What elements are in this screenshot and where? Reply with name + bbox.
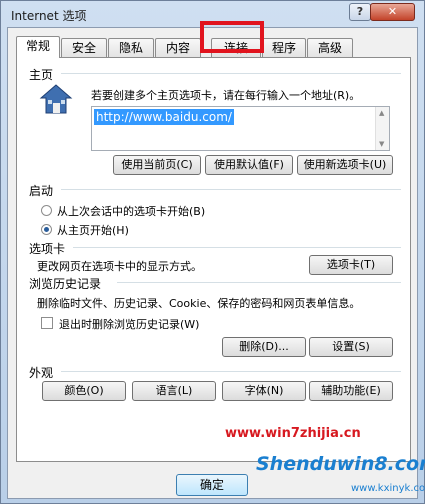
startup-last-session-label: 从上次会话中的选项卡开始(B): [57, 205, 206, 218]
colors-button[interactable]: 颜色(O): [42, 381, 126, 401]
tab-security[interactable]: 安全: [61, 38, 107, 57]
history-settings-button[interactable]: 设置(S): [309, 337, 393, 357]
history-description: 删除临时文件、历史记录、Cookie、保存的密码和网页表单信息。: [37, 297, 361, 310]
tabs-heading: 选项卡: [29, 242, 66, 256]
watermark-line-1: www.win7zhijia.cn: [225, 426, 361, 441]
startup-divider: [61, 189, 401, 190]
help-button[interactable]: ?: [349, 3, 371, 21]
watermark-line-2: Shenduwin8.com: [256, 453, 425, 475]
languages-button[interactable]: 语言(L): [132, 381, 216, 401]
use-current-button[interactable]: 使用当前页(C): [113, 155, 201, 175]
scroll-up-icon[interactable]: ▲: [379, 109, 384, 117]
delete-history-button[interactable]: 删除(D)...: [222, 337, 306, 357]
use-default-button[interactable]: 使用默认值(F): [205, 155, 293, 175]
homepage-url: http://www.baidu.com/: [94, 109, 234, 125]
startup-last-session-radio[interactable]: [41, 205, 52, 216]
startup-heading: 启动: [29, 184, 54, 198]
accessibility-button[interactable]: 辅助功能(E): [309, 381, 393, 401]
history-heading: 浏览历史记录: [29, 277, 102, 291]
startup-homepage-label: 从主页开始(H): [57, 224, 129, 237]
delete-on-exit-label: 退出时删除浏览历史记录(W): [59, 318, 200, 331]
appearance-heading: 外观: [29, 366, 54, 380]
ok-button[interactable]: 确定: [176, 474, 248, 496]
use-new-tab-button[interactable]: 使用新选项卡(U): [297, 155, 393, 175]
delete-on-exit-checkbox[interactable]: [41, 317, 53, 329]
tab-general[interactable]: 常规: [16, 36, 60, 58]
close-button[interactable]: ✕: [370, 3, 415, 21]
internet-options-window: Internet 选项 ? ✕ 常规 安全 隐私 内容 连接 程序 高级 主页: [0, 0, 425, 504]
tabs-description: 更改网页在选项卡中的显示方式。: [37, 260, 202, 273]
fonts-button[interactable]: 字体(N): [222, 381, 306, 401]
history-divider: [117, 282, 401, 283]
url-scrollbar[interactable]: ▲ ▼: [375, 107, 389, 150]
tab-programs[interactable]: 程序: [262, 38, 306, 57]
house-icon: [39, 82, 73, 116]
connections-tab-highlight-box: [200, 21, 264, 53]
window-title: Internet 选项: [11, 9, 87, 23]
tabs-settings-button[interactable]: 选项卡(T): [309, 255, 393, 275]
tabs-divider: [73, 247, 401, 248]
homepage-heading: 主页: [29, 68, 54, 82]
tab-privacy[interactable]: 隐私: [108, 38, 154, 57]
scroll-down-icon[interactable]: ▼: [379, 140, 384, 148]
homepage-divider: [61, 73, 401, 74]
homepage-description: 若要创建多个主页选项卡，请在每行输入一个地址(R)。: [91, 89, 361, 102]
tab-content[interactable]: 内容: [155, 38, 201, 57]
homepage-url-textarea[interactable]: http://www.baidu.com/ ▲ ▼: [91, 106, 390, 151]
general-tab-panel: 主页 若要创建多个主页选项卡，请在每行输入一个地址(R)。 http://www…: [16, 57, 411, 462]
tab-advanced[interactable]: 高级: [307, 38, 353, 57]
watermark-line-3: www.kxinyk.com: [351, 483, 425, 494]
appearance-divider: [61, 371, 401, 372]
startup-homepage-radio[interactable]: [41, 224, 52, 235]
